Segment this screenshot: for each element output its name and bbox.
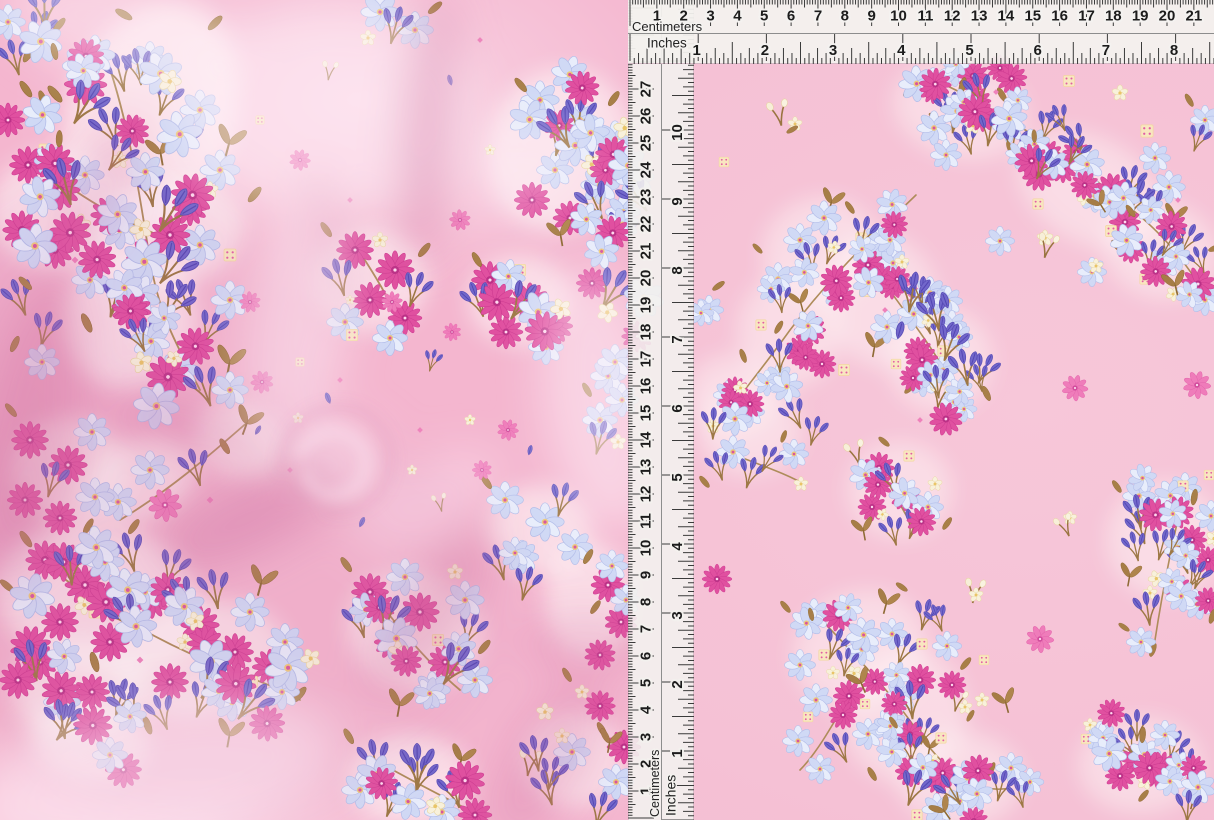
svg-text:11: 11 xyxy=(917,8,933,25)
svg-text:5: 5 xyxy=(760,8,768,25)
svg-text:8: 8 xyxy=(841,8,849,25)
svg-text:24: 24 xyxy=(637,161,654,178)
svg-text:22: 22 xyxy=(637,216,654,233)
svg-text:Centimeters: Centimeters xyxy=(648,750,662,817)
svg-text:12: 12 xyxy=(637,486,654,503)
svg-text:8: 8 xyxy=(669,266,686,274)
svg-text:10: 10 xyxy=(669,124,686,141)
svg-text:16: 16 xyxy=(637,378,654,395)
svg-text:10: 10 xyxy=(637,540,654,557)
svg-text:13: 13 xyxy=(971,8,988,25)
svg-text:11: 11 xyxy=(637,513,654,529)
svg-text:18: 18 xyxy=(1105,8,1122,25)
svg-text:1: 1 xyxy=(669,749,686,757)
svg-text:6: 6 xyxy=(1034,42,1042,59)
svg-text:14: 14 xyxy=(998,8,1015,25)
svg-text:5: 5 xyxy=(637,679,654,687)
svg-text:17: 17 xyxy=(1078,8,1095,25)
svg-text:7: 7 xyxy=(814,8,822,25)
svg-text:3: 3 xyxy=(829,42,837,59)
svg-text:25: 25 xyxy=(637,135,654,152)
svg-text:1: 1 xyxy=(693,42,701,59)
svg-text:6: 6 xyxy=(669,404,686,412)
svg-text:4: 4 xyxy=(637,705,654,714)
svg-text:7: 7 xyxy=(637,625,654,633)
svg-text:19: 19 xyxy=(637,297,654,314)
svg-text:9: 9 xyxy=(868,8,876,25)
svg-text:19: 19 xyxy=(1132,8,1149,25)
svg-text:16: 16 xyxy=(1051,8,1068,25)
svg-text:18: 18 xyxy=(637,324,654,341)
svg-text:9: 9 xyxy=(637,571,654,579)
svg-text:20: 20 xyxy=(637,270,654,287)
svg-text:20: 20 xyxy=(1159,8,1176,25)
svg-text:9: 9 xyxy=(669,197,686,205)
svg-text:13: 13 xyxy=(637,459,654,476)
svg-text:10: 10 xyxy=(890,8,907,25)
svg-text:5: 5 xyxy=(965,42,973,59)
svg-text:4: 4 xyxy=(733,8,742,25)
svg-text:6: 6 xyxy=(637,652,654,660)
svg-text:Inches: Inches xyxy=(647,36,687,51)
svg-text:15: 15 xyxy=(637,405,654,422)
svg-text:5: 5 xyxy=(669,473,686,481)
svg-text:6: 6 xyxy=(787,8,795,25)
svg-text:7: 7 xyxy=(669,335,686,343)
svg-text:3: 3 xyxy=(669,611,686,619)
svg-text:27: 27 xyxy=(637,81,654,98)
svg-text:Centimeters: Centimeters xyxy=(632,19,703,34)
svg-text:3: 3 xyxy=(637,733,654,741)
svg-text:21: 21 xyxy=(637,243,654,260)
svg-text:8: 8 xyxy=(637,598,654,606)
svg-text:3: 3 xyxy=(706,8,714,25)
svg-text:12: 12 xyxy=(944,8,961,25)
svg-text:2: 2 xyxy=(669,680,686,688)
svg-text:14: 14 xyxy=(637,431,654,448)
svg-text:8: 8 xyxy=(1170,42,1178,59)
svg-text:2: 2 xyxy=(761,42,769,59)
svg-text:21: 21 xyxy=(1186,8,1203,25)
svg-text:4: 4 xyxy=(897,42,906,59)
svg-text:Inches: Inches xyxy=(663,775,679,816)
svg-text:4: 4 xyxy=(669,542,686,551)
svg-text:15: 15 xyxy=(1024,8,1041,25)
svg-text:23: 23 xyxy=(637,189,654,206)
svg-text:7: 7 xyxy=(1102,42,1110,59)
svg-text:26: 26 xyxy=(637,108,654,125)
svg-text:17: 17 xyxy=(637,351,654,368)
